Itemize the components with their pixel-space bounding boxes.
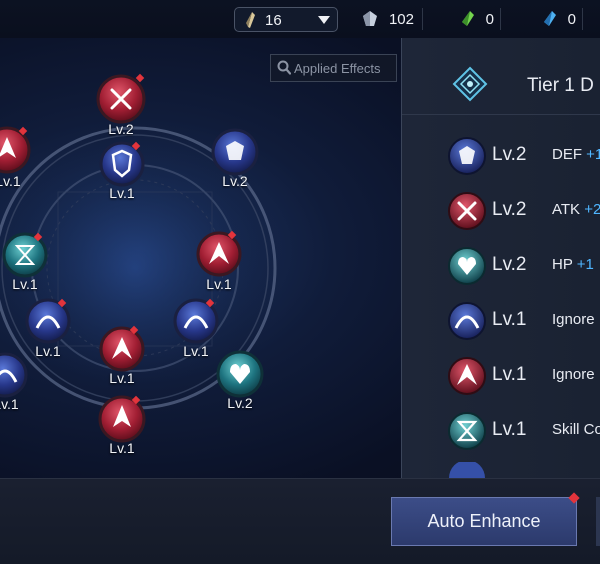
effect-stat: Ignore: [552, 311, 595, 328]
skill-node-bottom-center-inner-level: Lv.1: [109, 370, 135, 386]
tier-detail-panel: Tier 1 D Lv.2 DEF +1 Lv.2 ATK +2 Lv.2 HP…: [401, 38, 600, 478]
skill-node-bottom-right-level: Lv.2: [227, 395, 253, 411]
skill-node-upper-left[interactable]: [0, 126, 31, 174]
effect-row[interactable]: Lv.1 Ignore: [402, 352, 600, 402]
skill-node-top[interactable]: [96, 73, 146, 124]
secondary-button-edge[interactable]: [596, 497, 600, 546]
effect-level: Lv.2: [492, 254, 527, 275]
tier-emblem-icon: [452, 66, 488, 102]
skill-node-lower-right-inner[interactable]: [173, 298, 219, 344]
effect-stat: Skill Co: [552, 421, 600, 438]
effect-stat: DEF +1: [552, 146, 600, 163]
divider: [500, 8, 501, 30]
panel-header: Tier 1 D: [402, 38, 600, 115]
fire-orb-icon: [448, 192, 486, 230]
search-icon: [277, 60, 291, 75]
effect-stat: ATK +2: [552, 201, 600, 218]
skill-node-upper-right[interactable]: [211, 128, 259, 176]
shield-orb-icon: [448, 137, 486, 175]
skill-node-lower-right-inner-level: Lv.1: [183, 343, 209, 359]
skill-node-bottom[interactable]: [98, 395, 146, 443]
effect-stat: Ignore: [552, 366, 595, 383]
skill-node-lower-left-inner-level: Lv.1: [35, 343, 61, 359]
chevron-down-icon: [318, 16, 330, 24]
effect-row[interactable]: Lv.1 Skill Co: [402, 407, 600, 457]
shield-orb-icon: [448, 302, 486, 340]
effect-level: Lv.1: [492, 419, 527, 440]
panel-title: Tier 1 D: [527, 75, 594, 96]
feather-crystal-icon: [246, 12, 255, 28]
effect-level: Lv.1: [492, 364, 527, 385]
aqua-orb-icon: [448, 412, 486, 450]
skill-node-upper-center-level: Lv.1: [109, 185, 135, 201]
effect-stat: HP +1: [552, 256, 594, 273]
green-crystal-icon: [462, 11, 474, 26]
effect-level: Lv.2: [492, 144, 527, 165]
resource-green-value: 0: [485, 11, 494, 28]
skill-node-mid-right[interactable]: [196, 230, 242, 277]
skill-wheel: [0, 73, 285, 443]
top-bar: 16 102 0 0: [0, 0, 600, 38]
blue-crystal-icon: [544, 11, 556, 26]
effect-row[interactable]: Lv.1 Ignore: [402, 297, 600, 347]
skill-node-bottom-center-inner[interactable]: [99, 325, 145, 372]
applied-effects-label: Applied Effects: [294, 61, 381, 76]
resource-green: 0: [460, 8, 500, 30]
skill-node-lower-left-inner[interactable]: [25, 298, 71, 344]
partial-orb-icon: [449, 462, 485, 478]
skill-node-mid-left-level: Lv.1: [12, 276, 38, 292]
resource-silver: 102: [362, 8, 418, 30]
skill-node-mid-left[interactable]: [2, 232, 48, 278]
skill-node-mid-right-level: Lv.1: [206, 276, 232, 292]
silver-crystal-icon: [363, 11, 377, 26]
effect-row[interactable]: Lv.2 DEF +1: [402, 132, 600, 182]
effect-row[interactable]: Lv.2 HP +1: [402, 242, 600, 292]
effect-level: Lv.1: [492, 309, 527, 330]
resource-blue-value: 0: [567, 11, 576, 28]
currency-value: 16: [265, 12, 282, 29]
effect-level: Lv.2: [492, 199, 527, 220]
divider: [582, 8, 583, 30]
auto-enhance-button[interactable]: Auto Enhance: [391, 497, 577, 546]
resource-silver-value: 102: [388, 11, 414, 28]
resource-blue: 0: [542, 8, 582, 30]
fire-orb-icon: [448, 357, 486, 395]
skill-node-bottom-level: Lv.1: [109, 440, 135, 456]
applied-effects-button[interactable]: Applied Effects: [270, 54, 397, 82]
effect-row[interactable]: Lv.2 ATK +2: [402, 187, 600, 237]
skill-node-upper-right-level: Lv.2: [222, 173, 248, 189]
skill-node-upper-left-level: Lv.1: [0, 173, 21, 189]
skill-node-top-level: Lv.2: [108, 121, 134, 137]
skill-node-upper-center[interactable]: [99, 141, 145, 187]
currency-dropdown[interactable]: 16: [234, 7, 338, 32]
aqua-orb-icon: [448, 247, 486, 285]
divider: [422, 8, 423, 30]
skill-node-far-left-level: Lv.1: [0, 396, 19, 412]
